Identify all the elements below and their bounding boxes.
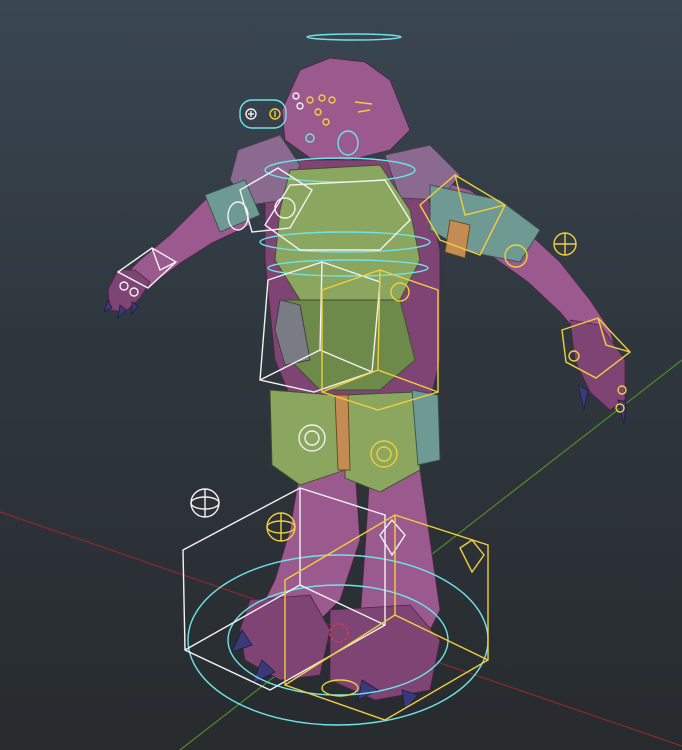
face-control-panel[interactable] <box>239 99 287 129</box>
scene-canvas[interactable] <box>0 0 682 750</box>
right-hand-claw <box>577 384 589 411</box>
right-arm-strap[interactable] <box>444 219 471 259</box>
head-top-control[interactable] <box>306 33 402 41</box>
left-hand-claw-3 <box>131 301 139 316</box>
armor-mesh[interactable] <box>204 134 541 493</box>
3d-viewport[interactable] <box>0 0 682 750</box>
left-thigh-plate[interactable] <box>269 389 346 486</box>
right-knee-control[interactable] <box>459 539 485 574</box>
right-hand-mesh[interactable] <box>569 319 626 411</box>
hip-strap[interactable] <box>334 394 351 471</box>
